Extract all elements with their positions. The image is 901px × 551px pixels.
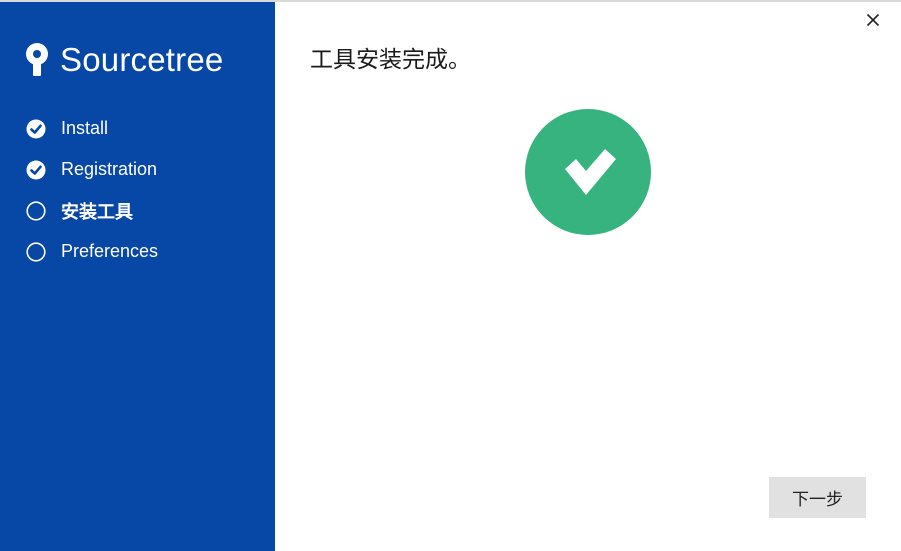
step-install: Install — [26, 108, 158, 149]
step-label: Install — [61, 118, 109, 138]
installer-window: Sourcetree Install Registration 安装工具 Pre… — [0, 0, 901, 551]
close-icon[interactable] — [865, 12, 881, 28]
next-button[interactable]: 下一步 — [769, 477, 866, 518]
empty-circle-icon — [26, 241, 46, 262]
step-preferences: Preferences — [26, 231, 158, 272]
brand: Sourcetree — [24, 42, 223, 78]
brand-name: Sourcetree — [60, 41, 224, 78]
step-install-tools: 安装工具 — [26, 190, 158, 231]
empty-circle-icon — [26, 200, 46, 221]
sidebar: Sourcetree Install Registration 安装工具 Pre… — [0, 2, 275, 551]
step-label: Preferences — [61, 241, 159, 261]
step-registration: Registration — [26, 149, 158, 190]
step-label: Registration — [61, 159, 158, 179]
step-list: Install Registration 安装工具 Preferences — [26, 108, 158, 272]
check-circle-icon — [26, 119, 46, 138]
success-check-icon — [525, 109, 651, 235]
page-title: 工具安装完成。 — [310, 46, 471, 72]
main-content: 工具安装完成。 下一步 — [275, 2, 901, 551]
step-label: 安装工具 — [61, 201, 133, 222]
sourcetree-logo-icon — [26, 43, 48, 76]
check-circle-icon — [26, 160, 46, 179]
